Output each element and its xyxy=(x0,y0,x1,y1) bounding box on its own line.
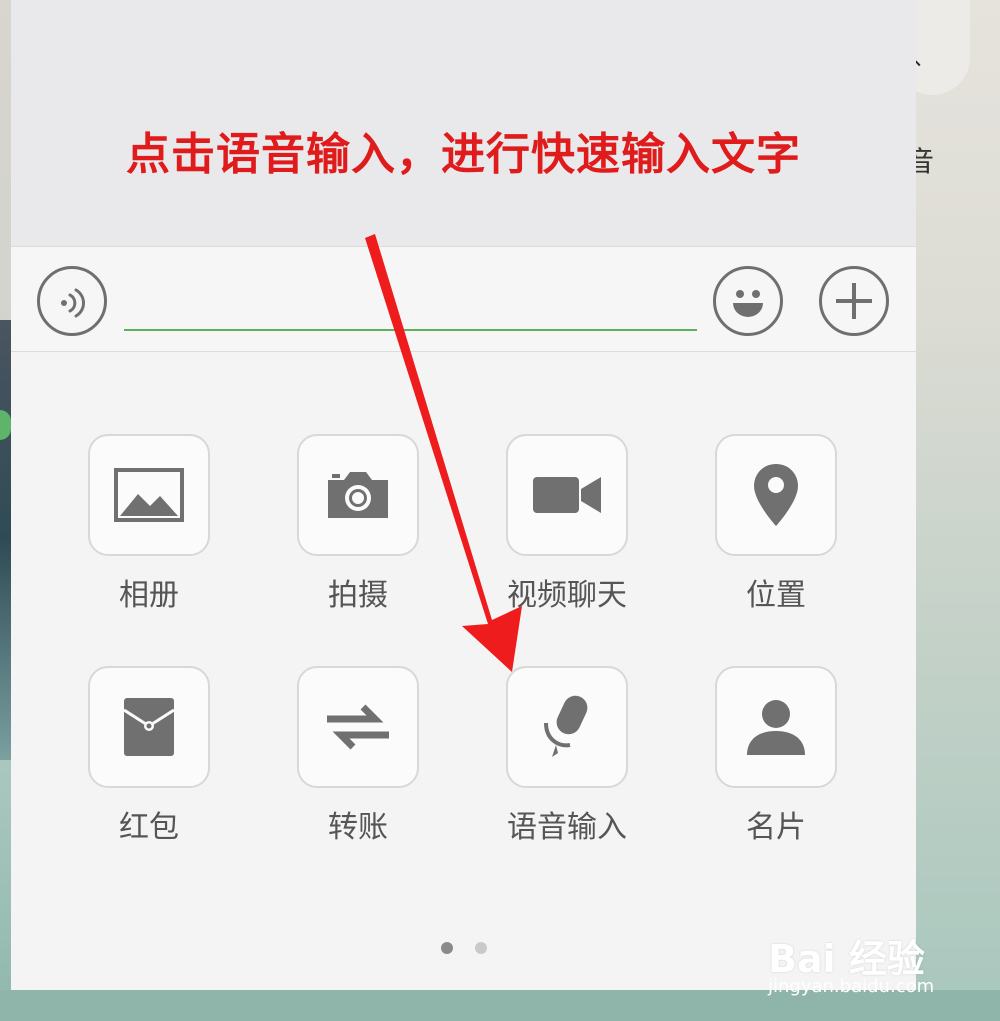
tool-contact-card[interactable]: 名片 xyxy=(701,666,851,846)
contact-card-icon xyxy=(747,700,805,755)
tool-album[interactable]: 相册 xyxy=(74,434,224,614)
smiley-face-icon xyxy=(733,290,763,317)
tool-red-packet[interactable]: 红包 xyxy=(74,666,224,846)
background-mark: 、 xyxy=(913,46,936,71)
tool-contact-card-label: 名片 xyxy=(746,810,806,845)
tool-transfer-box[interactable] xyxy=(297,666,419,788)
tool-contact-card-box[interactable] xyxy=(715,666,837,788)
page-dot[interactable] xyxy=(474,942,487,954)
location-pin-icon xyxy=(754,464,798,526)
chat-panel: 点击语音输入，进行快速输入文字 相册 拍摄 视频聊天 位置 红包 转账 语音输入… xyxy=(11,0,916,990)
more-tools-button[interactable] xyxy=(819,266,889,336)
tool-location-box[interactable] xyxy=(715,434,837,556)
annotation-text: 点击语音输入，进行快速输入文字 xyxy=(126,129,801,180)
tool-location[interactable]: 位置 xyxy=(701,434,851,614)
transfer-arrows-icon xyxy=(327,704,389,750)
photo-album-icon xyxy=(114,468,184,522)
tool-album-box[interactable] xyxy=(88,434,210,556)
tool-camera[interactable]: 拍摄 xyxy=(283,434,433,614)
input-bar xyxy=(11,246,916,352)
watermark-url: jingyan.baidu.com xyxy=(768,976,935,997)
chat-message-area: 点击语音输入，进行快速输入文字 xyxy=(11,0,916,246)
tool-red-packet-box[interactable] xyxy=(88,666,210,788)
plus-icon xyxy=(836,283,872,319)
background-left-strip xyxy=(0,320,11,760)
microphone-icon xyxy=(544,695,588,757)
tool-video-chat[interactable]: 视频聊天 xyxy=(492,434,642,614)
message-input[interactable] xyxy=(124,277,697,331)
red-packet-icon xyxy=(123,698,175,756)
tool-transfer[interactable]: 转账 xyxy=(283,666,433,846)
page-dot-active[interactable] xyxy=(440,942,453,954)
tool-voice-input-label: 语音输入 xyxy=(507,810,627,845)
camera-icon xyxy=(328,472,388,518)
watermark-brand: Bai 经验 xyxy=(768,937,925,981)
tool-location-label: 位置 xyxy=(746,578,806,613)
voice-toggle-button[interactable] xyxy=(37,266,107,336)
baidu-watermark: Bai 经验 jingyan.baidu.com xyxy=(768,918,958,1004)
tool-voice-input[interactable]: 语音输入 xyxy=(492,666,642,846)
emoji-button[interactable] xyxy=(713,266,783,336)
tool-camera-label: 拍摄 xyxy=(328,578,388,613)
tool-video-chat-label: 视频聊天 xyxy=(507,578,627,613)
voice-wave-icon xyxy=(61,288,86,318)
tool-voice-input-box[interactable] xyxy=(506,666,628,788)
tool-red-packet-label: 红包 xyxy=(119,810,179,845)
tool-camera-box[interactable] xyxy=(297,434,419,556)
tool-album-label: 相册 xyxy=(119,578,179,613)
tool-transfer-label: 转账 xyxy=(328,810,388,845)
tool-video-chat-box[interactable] xyxy=(506,434,628,556)
video-camera-icon xyxy=(533,477,601,513)
